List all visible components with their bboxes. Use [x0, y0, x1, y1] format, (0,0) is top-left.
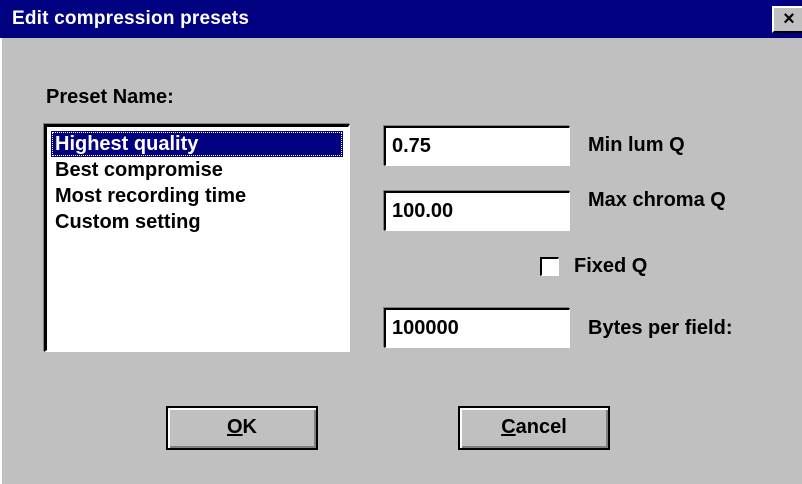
title-bar: Edit compression presets × [0, 0, 802, 38]
cancel-accelerator: C [501, 416, 516, 438]
preset-listbox[interactable]: Highest quality Best compromise Most rec… [44, 124, 350, 352]
list-item-custom-setting[interactable]: Custom setting [51, 209, 201, 235]
list-item-most-recording-time[interactable]: Most recording time [51, 183, 246, 209]
bytes-per-field-label: Bytes per field: [588, 317, 733, 339]
window-title: Edit compression presets [12, 8, 250, 29]
fixed-q-checkbox[interactable] [540, 257, 559, 276]
ok-button[interactable]: OK [166, 406, 318, 450]
close-icon: × [783, 8, 795, 30]
list-item-highest-quality[interactable]: Highest quality [51, 131, 343, 157]
min-lum-q-input[interactable]: 0.75 [384, 126, 570, 166]
bytes-per-field-input[interactable]: 100000 [384, 308, 570, 348]
min-lum-q-label: Min lum Q [588, 134, 685, 156]
preset-name-label: Preset Name: [46, 86, 174, 108]
fixed-q-label: Fixed Q [574, 255, 648, 277]
list-item-best-compromise[interactable]: Best compromise [51, 157, 223, 183]
ok-accelerator: O [226, 416, 243, 438]
window-border [0, 38, 2, 484]
max-chroma-q-input[interactable]: 100.00 [384, 191, 570, 231]
cancel-label: ancel [515, 416, 567, 438]
close-button[interactable]: × [772, 6, 802, 33]
ok-label: K [242, 416, 257, 438]
cancel-button[interactable]: Cancel [458, 406, 610, 450]
max-chroma-q-label: Max chroma Q [588, 189, 726, 211]
